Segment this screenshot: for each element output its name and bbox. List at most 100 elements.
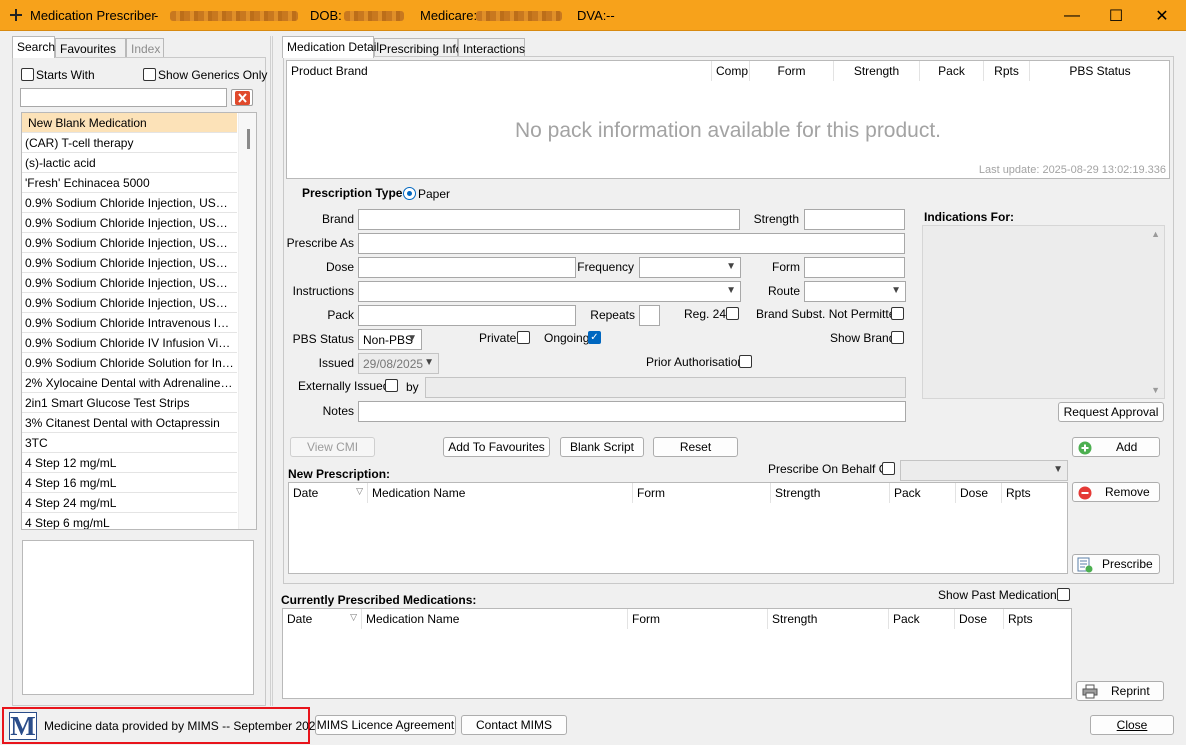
col-date[interactable]: Date ▽ bbox=[283, 609, 362, 629]
col-date[interactable]: Date ▽ bbox=[289, 483, 368, 503]
brand-subst-label: Brand Subst. Not Permitted bbox=[756, 307, 903, 321]
prescribe-button[interactable]: Prescribe bbox=[1072, 554, 1160, 574]
col-pack[interactable]: Pack bbox=[889, 609, 955, 629]
col-rpts[interactable]: Rpts bbox=[1002, 483, 1066, 503]
tab-prescribing-info[interactable]: Prescribing Info bbox=[374, 38, 462, 58]
col-strength[interactable]: Strength bbox=[834, 61, 920, 81]
close-button[interactable]: Close bbox=[1090, 715, 1174, 735]
paper-radio[interactable] bbox=[403, 187, 416, 200]
col-comp[interactable]: Comp bbox=[712, 61, 750, 81]
externally-issued-checkbox[interactable] bbox=[385, 379, 398, 392]
medication-list-item[interactable]: New Blank Medication bbox=[22, 113, 237, 133]
dose-input[interactable] bbox=[358, 257, 576, 278]
show-brand-checkbox[interactable] bbox=[891, 331, 904, 344]
col-form[interactable]: Form bbox=[750, 61, 834, 81]
prescribe-as-input[interactable] bbox=[358, 233, 905, 254]
medication-list[interactable]: New Blank Medication (CAR) T-cell therapy… bbox=[21, 112, 257, 530]
medication-list-item[interactable]: 0.9% Sodium Chloride Solution for Infusi… bbox=[22, 353, 237, 373]
col-pbs-status[interactable]: PBS Status bbox=[1030, 61, 1170, 81]
blank-script-button[interactable]: Blank Script bbox=[560, 437, 644, 457]
medication-list-item[interactable]: 0.9% Sodium Chloride Injection, USP (B. … bbox=[22, 213, 237, 233]
ongoing-checkbox[interactable]: ✓ bbox=[588, 331, 601, 344]
col-rpts[interactable]: Rpts bbox=[984, 61, 1030, 81]
panel-splitter[interactable] bbox=[270, 36, 273, 706]
search-input[interactable] bbox=[20, 88, 227, 107]
tab-search[interactable]: Search bbox=[12, 36, 55, 58]
starts-with-checkbox[interactable] bbox=[21, 68, 34, 81]
col-product-brand[interactable]: Product Brand bbox=[287, 61, 712, 81]
col-form[interactable]: Form bbox=[633, 483, 771, 503]
form-input[interactable] bbox=[804, 257, 905, 278]
medication-list-item[interactable]: 4 Step 24 mg/mL bbox=[22, 493, 237, 513]
show-generics-checkbox[interactable] bbox=[143, 68, 156, 81]
col-medication-name[interactable]: Medication Name bbox=[368, 483, 633, 503]
contact-mims-button[interactable]: Contact MIMS bbox=[461, 715, 567, 735]
reprint-button[interactable]: Reprint bbox=[1076, 681, 1164, 701]
col-dose[interactable]: Dose bbox=[956, 483, 1002, 503]
repeats-input[interactable] bbox=[639, 305, 660, 326]
tab-interactions[interactable]: Interactions bbox=[458, 38, 525, 58]
medication-list-item[interactable]: 4 Step 16 mg/mL bbox=[22, 473, 237, 493]
brand-subst-checkbox[interactable] bbox=[891, 307, 904, 320]
reg24-checkbox[interactable] bbox=[726, 307, 739, 320]
prescribe-on-behalf-select[interactable]: ▼ bbox=[900, 460, 1068, 481]
prescribe-on-behalf-checkbox[interactable] bbox=[882, 462, 895, 475]
pbs-status-select[interactable]: Non-PBS ▼ bbox=[358, 329, 422, 350]
strength-input[interactable] bbox=[804, 209, 905, 230]
issued-by-input[interactable] bbox=[425, 377, 906, 398]
tab-medication-detail[interactable]: Medication Detail bbox=[282, 36, 379, 58]
tab-favourites[interactable]: Favourites bbox=[55, 38, 126, 58]
medication-list-item[interactable]: 0.9% Sodium Chloride Injection, USP in E… bbox=[22, 253, 237, 273]
col-dose[interactable]: Dose bbox=[955, 609, 1004, 629]
col-pack[interactable]: Pack bbox=[920, 61, 984, 81]
issued-date-picker[interactable]: 29/08/2025 ▼ bbox=[358, 353, 439, 374]
col-medication-name[interactable]: Medication Name bbox=[362, 609, 628, 629]
medication-list-item[interactable]: 0.9% Sodium Chloride Injection, USP in V… bbox=[22, 293, 237, 313]
frequency-select[interactable]: ▼ bbox=[639, 257, 741, 278]
medication-list-item[interactable]: (CAR) T-cell therapy bbox=[22, 133, 237, 153]
clear-search-button[interactable] bbox=[231, 89, 253, 106]
show-past-checkbox[interactable] bbox=[1057, 588, 1070, 601]
pack-input[interactable] bbox=[358, 305, 576, 326]
remove-button[interactable]: Remove bbox=[1072, 482, 1160, 502]
maximize-button[interactable]: ☐ bbox=[1094, 0, 1138, 31]
view-cmi-button[interactable]: View CMI bbox=[290, 437, 375, 457]
mims-licence-button[interactable]: MIMS Licence Agreement bbox=[315, 715, 456, 735]
medication-list-item[interactable]: 3TC bbox=[22, 433, 237, 453]
col-pack[interactable]: Pack bbox=[890, 483, 956, 503]
medication-list-item[interactable]: 'Fresh' Echinacea 5000 bbox=[22, 173, 237, 193]
route-select[interactable]: ▼ bbox=[804, 281, 906, 302]
medication-list-item[interactable]: 2% Xylocaine Dental with Adrenaline 1:80… bbox=[22, 373, 237, 393]
medication-list-item[interactable]: 0.9% Sodium Chloride Injection, USP in E… bbox=[22, 233, 237, 253]
medication-list-item[interactable]: 2in1 Smart Glucose Test Strips bbox=[22, 393, 237, 413]
col-rpts[interactable]: Rpts bbox=[1004, 609, 1071, 629]
request-approval-button[interactable]: Request Approval bbox=[1058, 402, 1164, 422]
tab-index[interactable]: Index bbox=[126, 38, 164, 58]
medication-list-item[interactable]: 0.9% Sodium Chloride Injection, USP in V… bbox=[22, 273, 237, 293]
instructions-select[interactable]: ▼ bbox=[358, 281, 741, 302]
scroll-up-icon[interactable]: ▲ bbox=[1151, 229, 1160, 239]
scroll-down-icon[interactable]: ▼ bbox=[1151, 385, 1160, 395]
notes-input[interactable] bbox=[358, 401, 906, 422]
medication-list-item[interactable]: 4 Step 12 mg/mL bbox=[22, 453, 237, 473]
reset-button[interactable]: Reset bbox=[653, 437, 738, 457]
medication-list-item[interactable]: (s)-lactic acid bbox=[22, 153, 237, 173]
medication-list-item[interactable]: 4 Step 6 mg/mL bbox=[22, 513, 237, 529]
minimize-button[interactable]: — bbox=[1050, 0, 1094, 31]
add-button[interactable]: Add bbox=[1072, 437, 1160, 457]
list-scroll-thumb[interactable] bbox=[247, 129, 250, 149]
col-strength[interactable]: Strength bbox=[771, 483, 890, 503]
window-title: Medication Prescriber bbox=[30, 8, 156, 23]
prior-auth-checkbox[interactable] bbox=[739, 355, 752, 368]
private-checkbox[interactable] bbox=[517, 331, 530, 344]
list-scrollbar[interactable] bbox=[238, 113, 256, 529]
col-form[interactable]: Form bbox=[628, 609, 768, 629]
medication-list-item[interactable]: 0.9% Sodium Chloride IV Infusion Viaflex… bbox=[22, 333, 237, 353]
close-window-button[interactable]: ✕ bbox=[1140, 0, 1184, 31]
medication-list-item[interactable]: 3% Citanest Dental with Octapressin bbox=[22, 413, 237, 433]
medication-list-item[interactable]: 0.9% Sodium Chloride Injection, USP (B. … bbox=[22, 193, 237, 213]
medication-list-item[interactable]: 0.9% Sodium Chloride Intravenous Infusio… bbox=[22, 313, 237, 333]
brand-input[interactable] bbox=[358, 209, 740, 230]
col-strength[interactable]: Strength bbox=[768, 609, 889, 629]
add-to-favourites-button[interactable]: Add To Favourites bbox=[443, 437, 550, 457]
